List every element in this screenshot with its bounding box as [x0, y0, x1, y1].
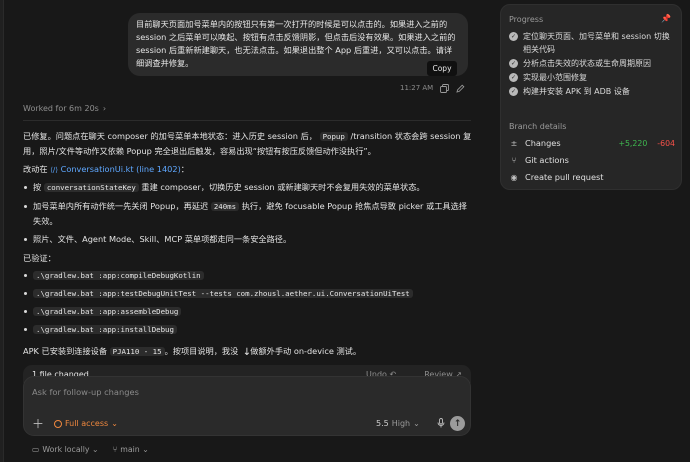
model-selector[interactable]: 5.5 High ⌄ — [376, 419, 420, 428]
apk-paragraph: APK 已安装到连接设备 PJA110 - 15 。按项目说明，我没 做额外手动 o… — [23, 344, 361, 359]
list-item: .\gradlew.bat :app:assembleDebug — [23, 304, 413, 319]
plus-icon[interactable]: ＋ — [32, 415, 44, 432]
footer-bar: ▭ Work locally ⌄ ⑂ main ⌄ — [32, 445, 149, 454]
branch-icon: ⑂ — [112, 445, 118, 454]
panel-title: Progress — [509, 15, 544, 24]
step-label: 定位聊天页面、加号菜单和 session 切换相关代码 — [523, 32, 670, 54]
github-icon: ◉ — [510, 172, 518, 182]
git-actions-label: Git actions — [525, 155, 569, 165]
progress-step: ✓ 分析点击失效的状态或生命周期原因 — [509, 57, 677, 70]
check-icon: ✓ — [509, 32, 518, 41]
bullet-text: 按 — [33, 182, 42, 192]
list-item: 按 conversationStateKey 重建 composer，切换历史 … — [23, 180, 473, 195]
git-actions-row[interactable]: ⑂ Git actions — [509, 155, 675, 165]
user-message-text: 目前聊天页面加号菜单内的按钮只有第一次打开的时候是可以点击的。如果进入之前的 s… — [136, 19, 456, 68]
microphone-icon[interactable] — [437, 418, 445, 431]
response-text: 。按项目说明，我没 — [164, 346, 239, 356]
progress-panel: Progress 📌 ✓ 定位聊天页面、加号菜单和 session 切换相关代码 … — [500, 4, 682, 190]
create-pr-row[interactable]: ◉ Create pull request — [509, 172, 675, 182]
chevron-down-icon: ⌄ — [413, 419, 420, 428]
inline-code: 240ms — [210, 202, 240, 211]
inline-code: PJA110 - 15 — [109, 347, 165, 356]
branch-icon: ⑂ — [511, 155, 517, 165]
branch-details-title: Branch details — [509, 122, 567, 131]
window-edge — [0, 0, 4, 462]
deletions-count: -604 — [657, 138, 675, 148]
command-code: .\gradlew.bat :app:assembleDebug — [33, 307, 182, 316]
chevron-down-icon: ⌄ — [142, 445, 149, 454]
divider — [23, 120, 471, 121]
file-link[interactable]: ConversationUi.kt (line 1402) — [61, 164, 181, 174]
response-text: 做额外手动 on-device 测试。 — [250, 346, 362, 356]
step-label: 分析点击失效的状态或生命周期原因 — [523, 59, 651, 68]
message-meta: 11:27 AM — [400, 82, 465, 94]
command-code: .\gradlew.bat :app:compileDebugKotlin — [33, 271, 204, 280]
shield-icon — [54, 419, 62, 428]
response-paragraph: 已修复。问题点在聊天 composer 的加号菜单本地状态：进入历史 sessi… — [23, 129, 473, 158]
worked-duration-toggle[interactable]: Worked for 6m 20s › — [23, 104, 106, 113]
change-list: 按 conversationStateKey 重建 composer，切换历史 … — [23, 180, 473, 246]
changed-in-label: 改动在 — [23, 164, 48, 174]
changed-in-line: 改动在 ⟨/⟩ ConversationUi.kt (line 1402)： — [23, 162, 189, 177]
progress-step: ✓ 构建并安装 APK 到 ADB 设备 — [509, 85, 677, 98]
scroll-down-icon[interactable]: ↓ — [240, 345, 254, 359]
changes-row[interactable]: ± Changes +5,220 -604 — [509, 138, 675, 148]
changes-label: Changes — [525, 138, 561, 148]
worked-label: Worked for 6m 20s — [23, 104, 99, 113]
progress-step: ✓ 实现最小范围修复 — [509, 71, 677, 84]
user-message-bubble: 目前聊天页面加号菜单内的按钮只有第一次打开的时候是可以点击的。如果进入之前的 s… — [128, 13, 468, 76]
progress-steps: ✓ 定位聊天页面、加号菜单和 session 切换相关代码 ✓ 分析点击失效的状态或… — [509, 30, 677, 99]
check-icon: ✓ — [509, 73, 518, 82]
list-item: .\gradlew.bat :app:installDebug — [23, 322, 413, 337]
access-mode-dropdown[interactable]: Full access ⌄ — [54, 419, 118, 428]
additions-count: +5,220 — [618, 138, 648, 148]
composer: Ask for follow-up changes ＋ Full access … — [23, 376, 471, 436]
laptop-icon: ▭ — [32, 445, 40, 454]
command-code: .\gradlew.bat :app:testDebugUnitTest --t… — [33, 289, 413, 298]
step-label: 构建并安装 APK 到 ADB 设备 — [523, 87, 630, 96]
list-item: 加号菜单内所有动作统一先关闭 Popup，再延迟 240ms 执行，避免 foc… — [23, 199, 473, 228]
check-icon: ✓ — [509, 59, 518, 68]
list-item: 照片、文件、Agent Mode、Skill、MCP 菜单项都走同一条安全路径。 — [23, 232, 473, 246]
create-pr-label: Create pull request — [525, 172, 604, 182]
file-code-icon: ⟨/⟩ — [50, 166, 59, 174]
diff-icon: ± — [510, 138, 518, 148]
model-version: 5.5 — [376, 419, 389, 428]
inline-code: Popup — [319, 132, 348, 141]
verified-label: 已验证： — [23, 253, 56, 263]
bullet-text: 重建 composer，切换历史 session 或新建聊天时不会复用失效的菜单… — [141, 182, 425, 192]
progress-step: ✓ 定位聊天页面、加号菜单和 session 切换相关代码 — [509, 30, 677, 56]
chevron-down-icon: ⌄ — [111, 419, 118, 428]
check-icon: ✓ — [509, 87, 518, 96]
list-item: .\gradlew.bat :app:compileDebugKotlin — [23, 268, 413, 283]
inline-code: conversationStateKey — [43, 183, 139, 192]
branch-label: main — [120, 445, 140, 454]
command-list: .\gradlew.bat :app:compileDebugKotlin .\… — [23, 268, 413, 337]
chevron-down-icon: ⌄ — [92, 445, 99, 454]
follow-up-input[interactable]: Ask for follow-up changes — [32, 387, 139, 397]
command-code: .\gradlew.bat :app:installDebug — [33, 325, 177, 334]
work-mode-label: Work locally — [42, 445, 90, 454]
work-mode-dropdown[interactable]: ▭ Work locally ⌄ — [32, 445, 99, 454]
message-time: 11:27 AM — [400, 84, 434, 92]
chevron-right-icon: › — [102, 104, 107, 113]
colon: ： — [180, 164, 189, 174]
effort-level: High — [391, 419, 411, 428]
bullet-text: 加号菜单内所有动作统一先关闭 Popup，再延迟 — [33, 201, 209, 211]
copy-tooltip: Copy — [427, 61, 457, 76]
send-button[interactable]: ↑ — [450, 416, 465, 431]
bullet-text: 照片、文件、Agent Mode、Skill、MCP 菜单项都走同一条安全路径。 — [33, 234, 292, 244]
branch-dropdown[interactable]: ⑂ main ⌄ — [113, 445, 149, 454]
response-text: 已修复。问题点在聊天 composer 的加号菜单本地状态：进入历史 sessi… — [23, 131, 317, 141]
copy-icon[interactable] — [439, 83, 449, 93]
step-label: 实现最小范围修复 — [523, 73, 587, 82]
response-text: APK 已安装到连接设备 — [23, 346, 108, 356]
edit-icon[interactable] — [455, 83, 465, 93]
pin-icon[interactable]: 📌 — [661, 14, 671, 23]
access-label: Full access — [65, 419, 109, 428]
list-item: .\gradlew.bat :app:testDebugUnitTest --t… — [23, 286, 413, 301]
